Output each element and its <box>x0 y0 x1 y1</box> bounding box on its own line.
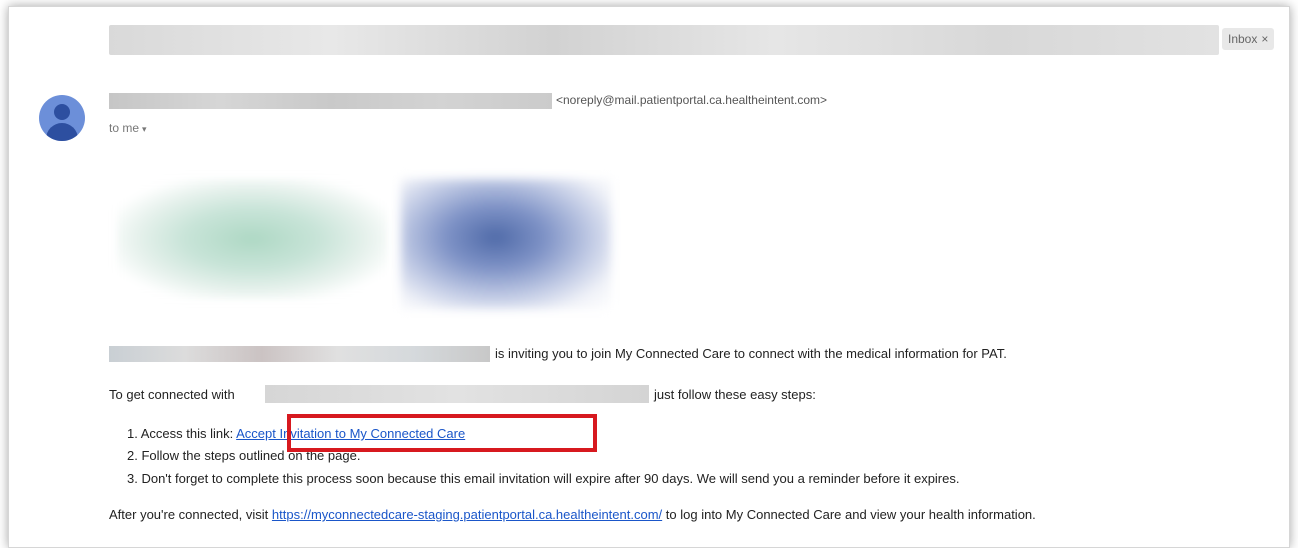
inviter-name-redacted <box>109 346 490 362</box>
link-highlight-annotation <box>287 414 597 452</box>
chevron-down-icon: ▾ <box>142 124 147 134</box>
sender-name-redacted <box>109 93 552 109</box>
email-view: Inbox × <noreply@mail.patientportal.ca.he… <box>8 6 1290 548</box>
close-icon[interactable]: × <box>1261 32 1268 46</box>
email-subject-redacted <box>109 25 1219 55</box>
portal-url-link[interactable]: https://myconnectedcare-staging.patientp… <box>272 507 662 522</box>
sender-email: <noreply@mail.patientportal.ca.healthein… <box>556 93 828 107</box>
portal-logo-redacted <box>401 179 611 309</box>
invite-text: is inviting you to join My Connected Car… <box>495 346 1007 361</box>
recipient-details-toggle[interactable]: to me ▾ <box>109 121 147 135</box>
after-connected-suffix: to log into My Connected Care and view y… <box>665 507 1036 522</box>
organization-logo-redacted <box>117 179 387 299</box>
step-3: 3. Don't forget to complete this process… <box>127 471 960 486</box>
get-connected-suffix: just follow these easy steps: <box>654 387 816 402</box>
after-connected-prefix: After you're connected, visit <box>109 507 269 522</box>
get-connected-prefix: To get connected with <box>109 387 235 402</box>
inbox-label-chip[interactable]: Inbox × <box>1222 28 1275 50</box>
practice-name-redacted <box>265 385 649 403</box>
sender-avatar-icon[interactable] <box>39 95 85 141</box>
step-1-text: 1. Access this link: <box>127 426 234 441</box>
after-connected-text: After you're connected, visit https://my… <box>109 507 1036 522</box>
inbox-label-text: Inbox <box>1228 32 1258 46</box>
recipient-label: to me <box>109 121 140 135</box>
